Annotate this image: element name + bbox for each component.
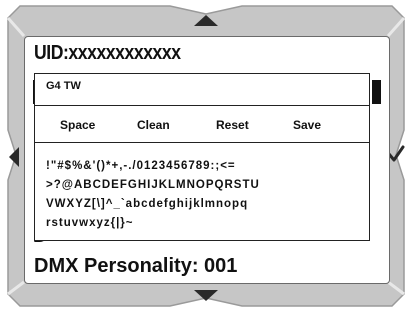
charset-row[interactable]: >?@ABCDEFGHIJKLMNOPQRSTU (46, 176, 364, 195)
charset-row[interactable]: VWXYZ[\]^_`abcdefghijklmnopq (46, 195, 364, 214)
space-button[interactable]: Space (60, 118, 95, 132)
divider (35, 142, 369, 143)
charset-row[interactable]: !"#$%&'()*+,-./0123456789:;<= (46, 157, 364, 176)
clean-button[interactable]: Clean (137, 118, 170, 132)
editor-actions: Space Clean Reset Save (35, 118, 369, 138)
name-editor-dialog: G4 TW Space Clean Reset Save !"#$%&'()*+… (34, 73, 370, 241)
save-button[interactable]: Save (293, 118, 321, 132)
reset-button[interactable]: Reset (216, 118, 249, 132)
device-name-field[interactable]: G4 TW (35, 74, 369, 106)
scrollbar-thumb[interactable] (372, 80, 381, 104)
uid-label: UID:xxxxxxxxxxxx (34, 42, 181, 64)
dmx-personality-label[interactable]: DMX Personality: 001 (34, 255, 237, 278)
character-picker: !"#$%&'()*+,-./0123456789:;<= >?@ABCDEFG… (46, 157, 364, 233)
charset-row[interactable]: rstuvwxyz{|}~ (46, 214, 364, 233)
